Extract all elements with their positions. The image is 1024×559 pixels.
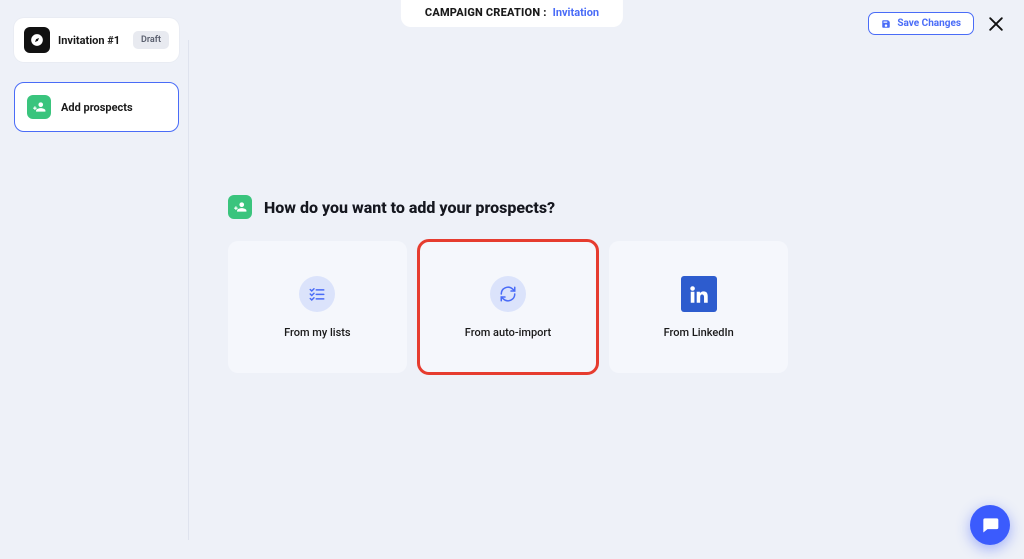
linkedin-glyph-icon (688, 283, 710, 305)
top-actions: Save Changes (868, 12, 1006, 35)
campaign-status-badge: Draft (133, 31, 169, 49)
chat-icon (980, 515, 1000, 535)
linkedin-icon (681, 276, 717, 312)
header-label: CAMPAIGN CREATION : (425, 6, 547, 19)
chat-widget-button[interactable] (970, 505, 1010, 545)
user-plus-icon (32, 100, 46, 114)
question-title: How do you want to add your prospects? (264, 198, 555, 217)
close-icon[interactable] (986, 14, 1006, 34)
list-icon (299, 276, 335, 312)
header-value: Invitation (553, 6, 599, 19)
option-from-linkedin[interactable]: From LinkedIn (609, 241, 788, 373)
option-from-my-lists[interactable]: From my lists (228, 241, 407, 373)
add-prospect-icon (27, 95, 51, 119)
sidebar-step-add-prospects[interactable]: Add prospects (14, 82, 179, 132)
main-content: How do you want to add your prospects? F… (228, 195, 788, 373)
sidebar-step-label: Add prospects (61, 101, 133, 114)
refresh-icon (499, 285, 517, 303)
save-icon (881, 19, 891, 29)
option-label: From LinkedIn (664, 326, 734, 339)
app-icon (24, 27, 50, 53)
save-button[interactable]: Save Changes (868, 12, 974, 35)
campaign-card[interactable]: Invitation #1 Draft (14, 18, 179, 62)
question-icon (228, 195, 252, 219)
vertical-divider (188, 40, 189, 540)
header-breadcrumb: CAMPAIGN CREATION : Invitation (401, 0, 623, 27)
auto-import-icon (490, 276, 526, 312)
save-button-label: Save Changes (897, 18, 961, 29)
option-from-auto-import[interactable]: From auto-import (419, 241, 598, 373)
sidebar: Invitation #1 Draft Add prospects (14, 18, 179, 132)
campaign-name: Invitation #1 (58, 34, 125, 47)
compass-icon (30, 33, 44, 47)
option-label: From my lists (284, 326, 351, 339)
question-row: How do you want to add your prospects? (228, 195, 788, 219)
option-label: From auto-import (465, 326, 551, 339)
user-plus-icon (233, 200, 247, 214)
option-cards: From my lists From auto-import From Link… (228, 241, 788, 373)
checklist-icon (308, 285, 326, 303)
